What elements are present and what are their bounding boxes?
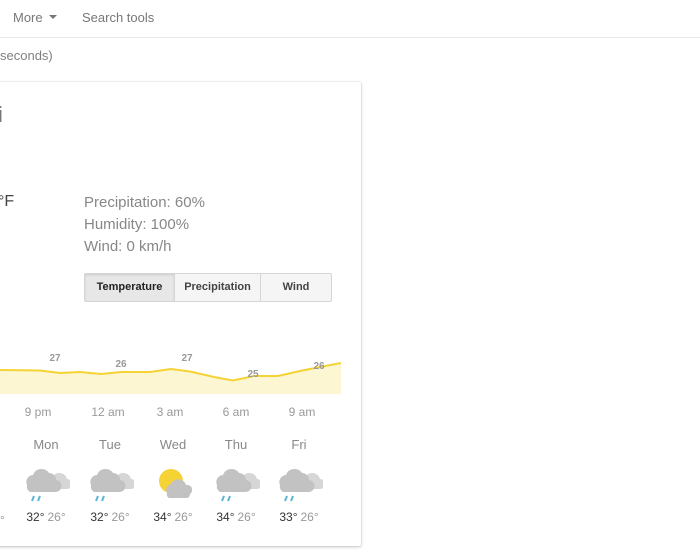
day-name: Mon: [33, 437, 59, 452]
time-label: 9 am: [288, 405, 316, 419]
day-low: 26°: [111, 510, 130, 524]
hourly-temp-label: 27: [49, 353, 61, 364]
day-high: 33°: [279, 510, 298, 524]
time-label: 12 am: [91, 405, 125, 419]
day-high: 34°: [216, 510, 235, 524]
day-low: 26°: [174, 510, 193, 524]
precipitation-text: Precipitation: 60%: [84, 194, 205, 211]
result-stats: seconds): [0, 48, 53, 63]
temperature-unit: °F: [0, 193, 15, 210]
day-high: 32°: [26, 510, 45, 524]
day-low-fragment: °: [0, 513, 5, 527]
hourly-temp-label: 26: [313, 361, 325, 372]
hourly-temp-label: 26: [115, 359, 127, 370]
forecast-day[interactable]: Wed 34° 26°: [143, 437, 203, 524]
forecast-day-clipped[interactable]: °: [0, 437, 10, 537]
search-toolbar: More Search tools: [0, 0, 700, 38]
day-low: 26°: [300, 510, 319, 524]
day-low: 26°: [47, 510, 66, 524]
rain-cloud-icon: [216, 468, 260, 502]
hourly-temp-label: 27: [181, 353, 193, 364]
chart-tabs: Temperature Precipitation Wind: [84, 273, 332, 302]
forecast-day[interactable]: Mon 32° 26°: [16, 437, 76, 524]
day-name: Tue: [99, 437, 121, 452]
location-title: i: [0, 102, 3, 127]
temperature-chart: 27 26 27 25 26: [0, 353, 341, 394]
tab-wind[interactable]: Wind: [261, 274, 331, 301]
weather-details: Precipitation: 60% Humidity: 100% Wind: …: [84, 192, 205, 258]
day-name: Fri: [291, 437, 307, 452]
temperature-area: [0, 363, 341, 394]
wind-text: Wind: 0 km/h: [84, 238, 172, 255]
rain-cloud-icon: [26, 468, 70, 502]
day-high: 32°: [90, 510, 109, 524]
tab-temperature[interactable]: Temperature: [85, 274, 175, 301]
forecast-day[interactable]: Tue 32° 26°: [80, 437, 140, 524]
partly-cloudy-icon: [159, 469, 193, 498]
day-high: 34°: [153, 510, 172, 524]
forecast-day[interactable]: Fri 33° 26°: [269, 437, 329, 524]
humidity-text: Humidity: 100%: [84, 216, 190, 233]
caret-down-icon: [48, 15, 57, 19]
forecast-day[interactable]: Thu 34° 26°: [206, 437, 266, 524]
more-label: More: [13, 10, 43, 25]
day-low: 26°: [237, 510, 256, 524]
rain-cloud-icon: [279, 468, 323, 502]
time-label: 9 pm: [24, 405, 52, 419]
rain-cloud-icon: [0, 463, 2, 503]
more-menu[interactable]: More: [13, 10, 57, 25]
rain-cloud-icon: [90, 468, 134, 502]
time-label: 6 am: [222, 405, 250, 419]
tab-precipitation[interactable]: Precipitation: [175, 274, 261, 301]
weather-card: i °F Precipitation: 60% Humidity: 100% W…: [0, 82, 361, 546]
search-tools-button[interactable]: Search tools: [82, 10, 154, 25]
time-label: 3 am: [156, 405, 184, 419]
day-name: Thu: [224, 437, 248, 452]
hourly-temp-label: 25: [247, 369, 259, 380]
day-name: Wed: [159, 437, 187, 452]
